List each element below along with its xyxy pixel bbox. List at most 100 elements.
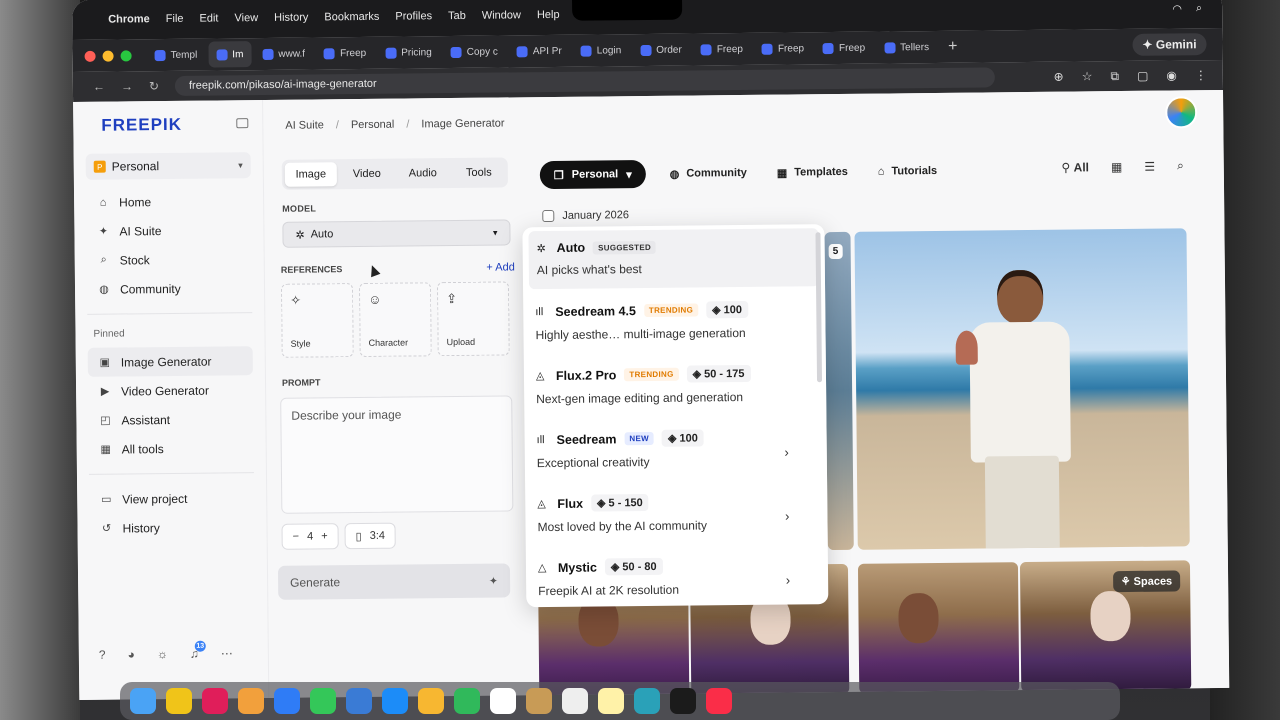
extensions-icon[interactable]: ⧉ <box>1110 69 1119 84</box>
menu-file[interactable]: File <box>166 13 184 25</box>
generated-image[interactable] <box>857 562 1020 694</box>
theme-icon[interactable]: ☼ <box>157 647 168 661</box>
back-icon[interactable]: ← <box>93 80 105 94</box>
chrome-icon[interactable] <box>166 688 192 714</box>
grid-view-icon[interactable]: ▦ <box>1111 160 1122 174</box>
reference-character[interactable]: ☺ Character <box>358 282 432 358</box>
model-option[interactable]: ✲ Auto SUGGESTED AI picks what's best <box>528 228 820 290</box>
reference-style[interactable]: ✧ Style <box>280 283 354 358</box>
reload-icon[interactable]: ↻ <box>149 79 159 93</box>
chevron-right-icon[interactable]: › <box>785 509 790 524</box>
calendar-icon[interactable] <box>490 688 516 714</box>
gemini-button[interactable]: ✦ Gemini <box>1132 33 1207 56</box>
music-icon[interactable] <box>706 688 732 714</box>
wifi-icon[interactable]: ◠ <box>1172 2 1182 15</box>
bookmark-star-icon[interactable]: ☆ <box>1082 69 1093 84</box>
model-selector[interactable]: ✲ Auto ▾ <box>282 219 511 248</box>
safari-icon[interactable] <box>274 688 300 714</box>
photos-icon[interactable] <box>418 688 444 714</box>
generated-image[interactable]: 5 <box>824 231 854 551</box>
forward-icon[interactable]: → <box>121 79 133 93</box>
sidebar-item-stock[interactable]: ⌕ Stock <box>87 244 252 275</box>
sliders-icon[interactable]: ☰ <box>1144 159 1155 173</box>
collapse-sidebar-icon[interactable] <box>236 118 249 129</box>
workspace-selector[interactable]: P Personal ▾ <box>85 152 251 180</box>
zoom-window-button[interactable] <box>120 49 132 61</box>
menu-profiles[interactable]: Profiles <box>395 10 432 22</box>
url-field[interactable]: freepik.com/pikaso/ai-image-generator <box>174 67 996 96</box>
all-filter-button[interactable]: ⚲ All <box>1061 160 1089 174</box>
model-option[interactable]: ıll Seedream NEW ◈ 100 Exceptional creativit… <box>524 418 827 485</box>
facetime-icon[interactable] <box>454 688 480 714</box>
browser-tab[interactable]: Order <box>632 37 690 64</box>
menu-view[interactable]: View <box>234 12 258 24</box>
sidebar-item-assistant[interactable]: ◰ Assistant <box>88 404 253 435</box>
personal-filter-button[interactable]: ❐ Personal ▾ <box>539 160 646 190</box>
community-tab[interactable]: ◍ Community <box>664 166 753 180</box>
select-group-checkbox[interactable] <box>542 209 555 223</box>
generated-image[interactable]: ⚘ Spaces <box>1019 560 1192 693</box>
templates-tab[interactable]: ▦ Templates <box>771 165 854 179</box>
menu-tab[interactable]: Tab <box>448 10 466 22</box>
menu-history[interactable]: History <box>274 12 308 24</box>
discord-icon[interactable]: ◕ <box>127 647 134 661</box>
search-icon[interactable]: ⌕ <box>1177 158 1184 173</box>
menu-help[interactable]: Help <box>537 9 560 21</box>
zoom-icon[interactable]: ⊕ <box>1054 69 1064 84</box>
reminders-icon[interactable] <box>562 688 588 714</box>
reference-upload[interactable]: ⇪ Upload <box>436 281 510 357</box>
sidebar-item-image-generator[interactable]: ▣ Image Generator <box>87 346 253 377</box>
browser-tab[interactable]: Freep <box>693 36 751 63</box>
preview-icon[interactable] <box>634 688 660 714</box>
tutorials-tab[interactable]: ⌂ Tutorials <box>872 165 943 178</box>
browser-tab[interactable]: API Pr <box>509 38 570 65</box>
sidebar-item-view-project[interactable]: ▭ View project <box>89 483 254 514</box>
stickies-icon[interactable] <box>598 688 624 714</box>
notes-icon[interactable] <box>526 688 552 714</box>
chevron-right-icon[interactable]: › <box>784 445 789 460</box>
count-stepper[interactable]: − 4 + <box>281 523 339 550</box>
browser-tab[interactable]: Templ <box>146 42 205 69</box>
decrement-button[interactable]: − <box>293 531 300 543</box>
tab-video[interactable]: Video <box>341 162 393 187</box>
browser-tab[interactable]: Freep <box>316 40 374 67</box>
add-reference-button[interactable]: + Add <box>486 261 515 273</box>
notifications-icon[interactable]: ♫ 13 <box>190 640 206 661</box>
browser-tab[interactable]: Tellers <box>876 34 937 61</box>
slack-icon[interactable] <box>202 688 228 714</box>
breadcrumb-personal[interactable]: Personal <box>351 119 395 131</box>
app-store-icon[interactable] <box>382 688 408 714</box>
chevron-right-icon[interactable]: › <box>786 573 791 588</box>
browser-tab[interactable]: www.f <box>254 40 313 67</box>
apps-icon[interactable] <box>238 688 264 714</box>
model-option[interactable]: ıll Seedream 4.5 TRENDING ◈ 100 Highly aesth… <box>523 290 826 357</box>
browser-tab[interactable]: Im <box>208 41 252 68</box>
generate-button[interactable]: Generate ✦ <box>277 563 511 600</box>
tab-audio[interactable]: Audio <box>397 161 449 186</box>
terminal-icon[interactable] <box>670 688 696 714</box>
new-tab-button[interactable]: + <box>948 38 958 56</box>
model-option[interactable]: △ Mystic ◈ 50 - 80 Freepik AI at 2K resolut… <box>526 546 829 607</box>
tab-tools[interactable]: Tools <box>453 160 505 185</box>
sidebar-item-home[interactable]: ⌂ Home <box>86 186 251 217</box>
menu-edit[interactable]: Edit <box>199 12 218 24</box>
spotlight-icon[interactable]: ⌕ <box>1196 2 1202 15</box>
model-option[interactable]: ◬ Flux.2 Pro TRENDING ◈ 50 - 175 Next-gen im… <box>524 354 827 421</box>
tab-search-icon[interactable]: ▢ <box>1137 68 1149 83</box>
sidebar-item-ai-suite[interactable]: ✦ AI Suite <box>86 215 251 246</box>
profile-icon[interactable]: ◉ <box>1166 68 1177 83</box>
tab-image[interactable]: Image <box>284 162 337 187</box>
menu-bookmarks[interactable]: Bookmarks <box>324 11 379 24</box>
mail-icon[interactable] <box>346 688 372 714</box>
aspect-ratio-button[interactable]: ▯ 3:4 <box>344 522 397 550</box>
browser-tab[interactable]: Copy c <box>443 38 506 65</box>
prompt-input[interactable]: Describe your image <box>280 395 514 514</box>
sidebar-item-history[interactable]: ↺ History <box>89 512 254 543</box>
browser-tab[interactable]: Pricing <box>377 39 440 66</box>
sidebar-item-video-generator[interactable]: ▶ Video Generator <box>88 375 253 406</box>
browser-tab[interactable]: Freep <box>815 35 873 62</box>
increment-button[interactable]: + <box>321 530 328 542</box>
user-avatar[interactable] <box>1165 96 1198 129</box>
breadcrumb-ai-suite[interactable]: AI Suite <box>285 119 324 131</box>
more-icon[interactable]: ⋯ <box>221 646 233 660</box>
